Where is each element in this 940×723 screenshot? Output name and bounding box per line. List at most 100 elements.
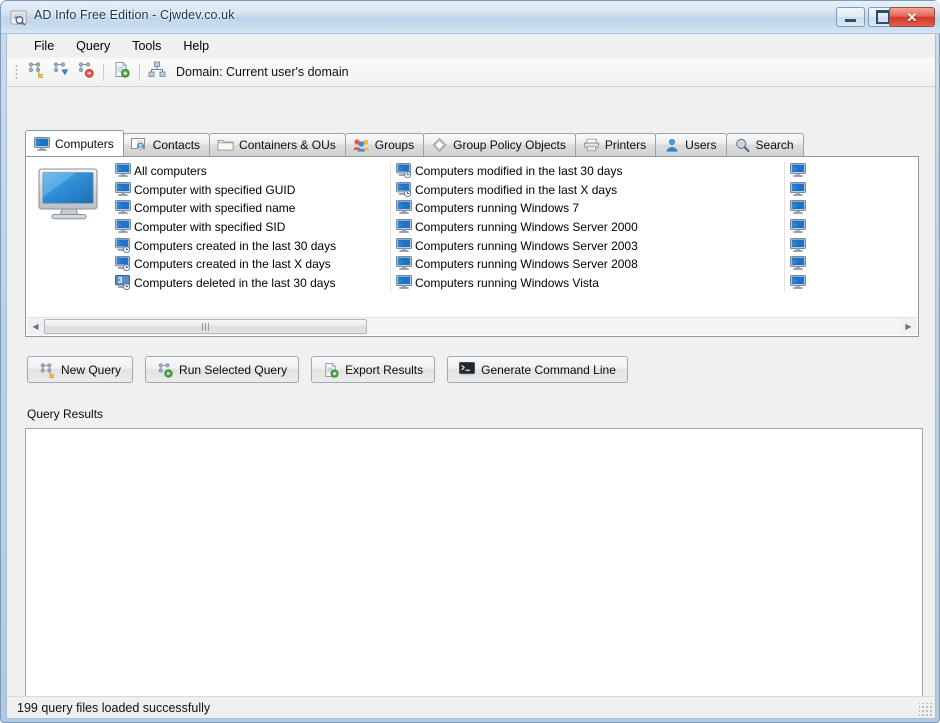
- computers-tab-page: All computers Computer with specified GU…: [25, 156, 919, 337]
- scrollbar-thumb[interactable]: [44, 319, 367, 334]
- tab-containers-ous[interactable]: Containers & OUs: [209, 133, 346, 156]
- resize-grip-icon[interactable]: [919, 703, 932, 716]
- query-item[interactable]: Computers modified in the last X days: [395, 181, 780, 200]
- scroll-right-arrow-icon[interactable]: ▶: [900, 318, 917, 335]
- run-selected-query-button[interactable]: Run Selected Query: [145, 356, 300, 383]
- delete-query-icon: [77, 61, 94, 83]
- query-item[interactable]: Computers running Windows Server 2003: [395, 236, 780, 255]
- tab-label: Search: [755, 138, 794, 152]
- toolbar-new-query-button[interactable]: [23, 61, 47, 84]
- close-icon: ✕: [906, 9, 918, 25]
- tab-groups[interactable]: Groups: [344, 133, 425, 156]
- query-list-horizontal-scrollbar[interactable]: ◀ ▶: [27, 317, 917, 335]
- app-window-icon: [10, 9, 27, 26]
- status-bar: 199 query files loaded successfully: [7, 696, 935, 718]
- query-item-label: Computers modified in the last 30 days: [415, 164, 623, 179]
- group-people-icon: [353, 137, 370, 153]
- monitor-icon: [790, 256, 806, 272]
- query-item-label: Computers running Windows Server 2003: [415, 238, 638, 253]
- query-item[interactable]: Computers running Windows 7: [395, 199, 780, 218]
- query-results-grid[interactable]: [25, 428, 923, 709]
- title-bar[interactable]: AD Info Free Edition - Cjwdev.co.uk ✕: [1, 1, 940, 34]
- query-item[interactable]: Computers running Windows Server 2000: [395, 218, 780, 237]
- query-item-label: Computer with specified SID: [134, 220, 286, 235]
- menu-item-tools[interactable]: Tools: [122, 36, 171, 56]
- search-icon: [734, 137, 751, 153]
- query-item-label: All computers: [134, 164, 207, 179]
- new-query-button[interactable]: New Query: [27, 356, 134, 383]
- new-query-icon: [39, 362, 55, 380]
- tab-label: Users: [685, 138, 717, 152]
- tab-group-policy-objects[interactable]: Group Policy Objects: [423, 133, 576, 156]
- toolbar-domain-button[interactable]: [145, 61, 169, 84]
- query-column: [789, 162, 853, 292]
- svg-text:3: 3: [118, 276, 123, 285]
- query-item[interactable]: [789, 199, 849, 218]
- maximize-icon: [875, 10, 890, 24]
- monitor-deleted-icon: 3: [115, 274, 131, 291]
- query-item[interactable]: [789, 236, 849, 255]
- menu-item-file[interactable]: File: [24, 36, 64, 56]
- query-item[interactable]: [789, 181, 849, 200]
- tab-label: Groups: [374, 138, 415, 152]
- toolbar: Domain: Current user's domain: [7, 58, 935, 87]
- export-results-button[interactable]: Export Results: [311, 356, 436, 383]
- menu-item-query[interactable]: Query: [66, 36, 120, 56]
- query-item[interactable]: [789, 162, 849, 181]
- monitor-icon: [790, 200, 806, 216]
- domain-label: Domain: Current user's domain: [176, 65, 349, 79]
- monitor-icon: [115, 200, 131, 216]
- tab-printers[interactable]: Printers: [574, 133, 657, 156]
- query-item[interactable]: Computer with specified SID: [114, 218, 386, 237]
- tab-label: Computers: [55, 136, 114, 151]
- menu-item-help[interactable]: Help: [173, 36, 219, 56]
- domain-icon: [148, 61, 166, 83]
- query-item[interactable]: [789, 218, 849, 237]
- client-area: File Query Tools Help Domain: Current us…: [6, 34, 936, 719]
- query-item[interactable]: 3 Computers deleted in the last 30 days: [114, 274, 386, 293]
- tab-contacts[interactable]: Contacts: [122, 133, 211, 156]
- query-item[interactable]: Computers running Windows Server 2008: [395, 255, 780, 274]
- query-item[interactable]: Computers created in the last X days: [114, 255, 386, 274]
- query-item[interactable]: Computers modified in the last 30 days: [395, 162, 780, 181]
- query-item[interactable]: All computers: [114, 162, 386, 181]
- query-column: All computers Computer with specified GU…: [114, 162, 391, 293]
- scroll-left-arrow-icon[interactable]: ◀: [27, 318, 44, 335]
- monitor-icon: [790, 274, 806, 291]
- tab-label: Contacts: [152, 138, 201, 152]
- scrollbar-track[interactable]: [44, 318, 900, 335]
- toolbar-delete-query-button[interactable]: [73, 61, 97, 84]
- folder-icon: [217, 137, 234, 153]
- tab-computers[interactable]: Computers: [25, 130, 124, 156]
- minimize-icon: [845, 19, 856, 22]
- query-list[interactable]: All computers Computer with specified GU…: [114, 162, 914, 311]
- horizontal-splitter[interactable]: [7, 396, 935, 403]
- tab-strip: Computers Contacts Containers & OUs Grou…: [25, 130, 919, 156]
- export-results-icon: [323, 362, 339, 378]
- monitor-icon: [790, 237, 806, 254]
- query-column: Computers modified in the last 30 days C…: [395, 162, 785, 293]
- minimize-button[interactable]: [836, 7, 865, 27]
- tab-search[interactable]: Search: [725, 133, 804, 156]
- application-window: AD Info Free Edition - Cjwdev.co.uk ✕ Fi…: [0, 0, 940, 723]
- query-item[interactable]: Computers created in the last 30 days: [114, 236, 386, 255]
- query-item[interactable]: [789, 255, 849, 274]
- monitor-icon: [396, 200, 412, 216]
- toolbar-grip[interactable]: [15, 63, 18, 81]
- monitor-icon: [115, 163, 131, 179]
- button-label: Generate Command Line: [481, 362, 616, 377]
- toolbar-run-query-button[interactable]: [48, 61, 72, 84]
- query-item[interactable]: Computer with specified name: [114, 199, 386, 218]
- query-item[interactable]: Computers running Windows Vista: [395, 274, 780, 293]
- new-query-icon: [27, 61, 44, 83]
- status-text: 199 query files loaded successfully: [17, 700, 211, 715]
- menu-bar: File Query Tools Help: [7, 34, 935, 58]
- monitor-icon: [33, 136, 50, 152]
- toolbar-export-results-button[interactable]: [109, 61, 133, 84]
- generate-command-line-button[interactable]: Generate Command Line: [447, 356, 628, 383]
- query-item[interactable]: Computer with specified GUID: [114, 181, 386, 200]
- tab-users[interactable]: Users: [655, 133, 727, 156]
- close-button[interactable]: ✕: [889, 7, 935, 27]
- query-item[interactable]: [789, 274, 849, 293]
- button-label: Export Results: [345, 362, 424, 377]
